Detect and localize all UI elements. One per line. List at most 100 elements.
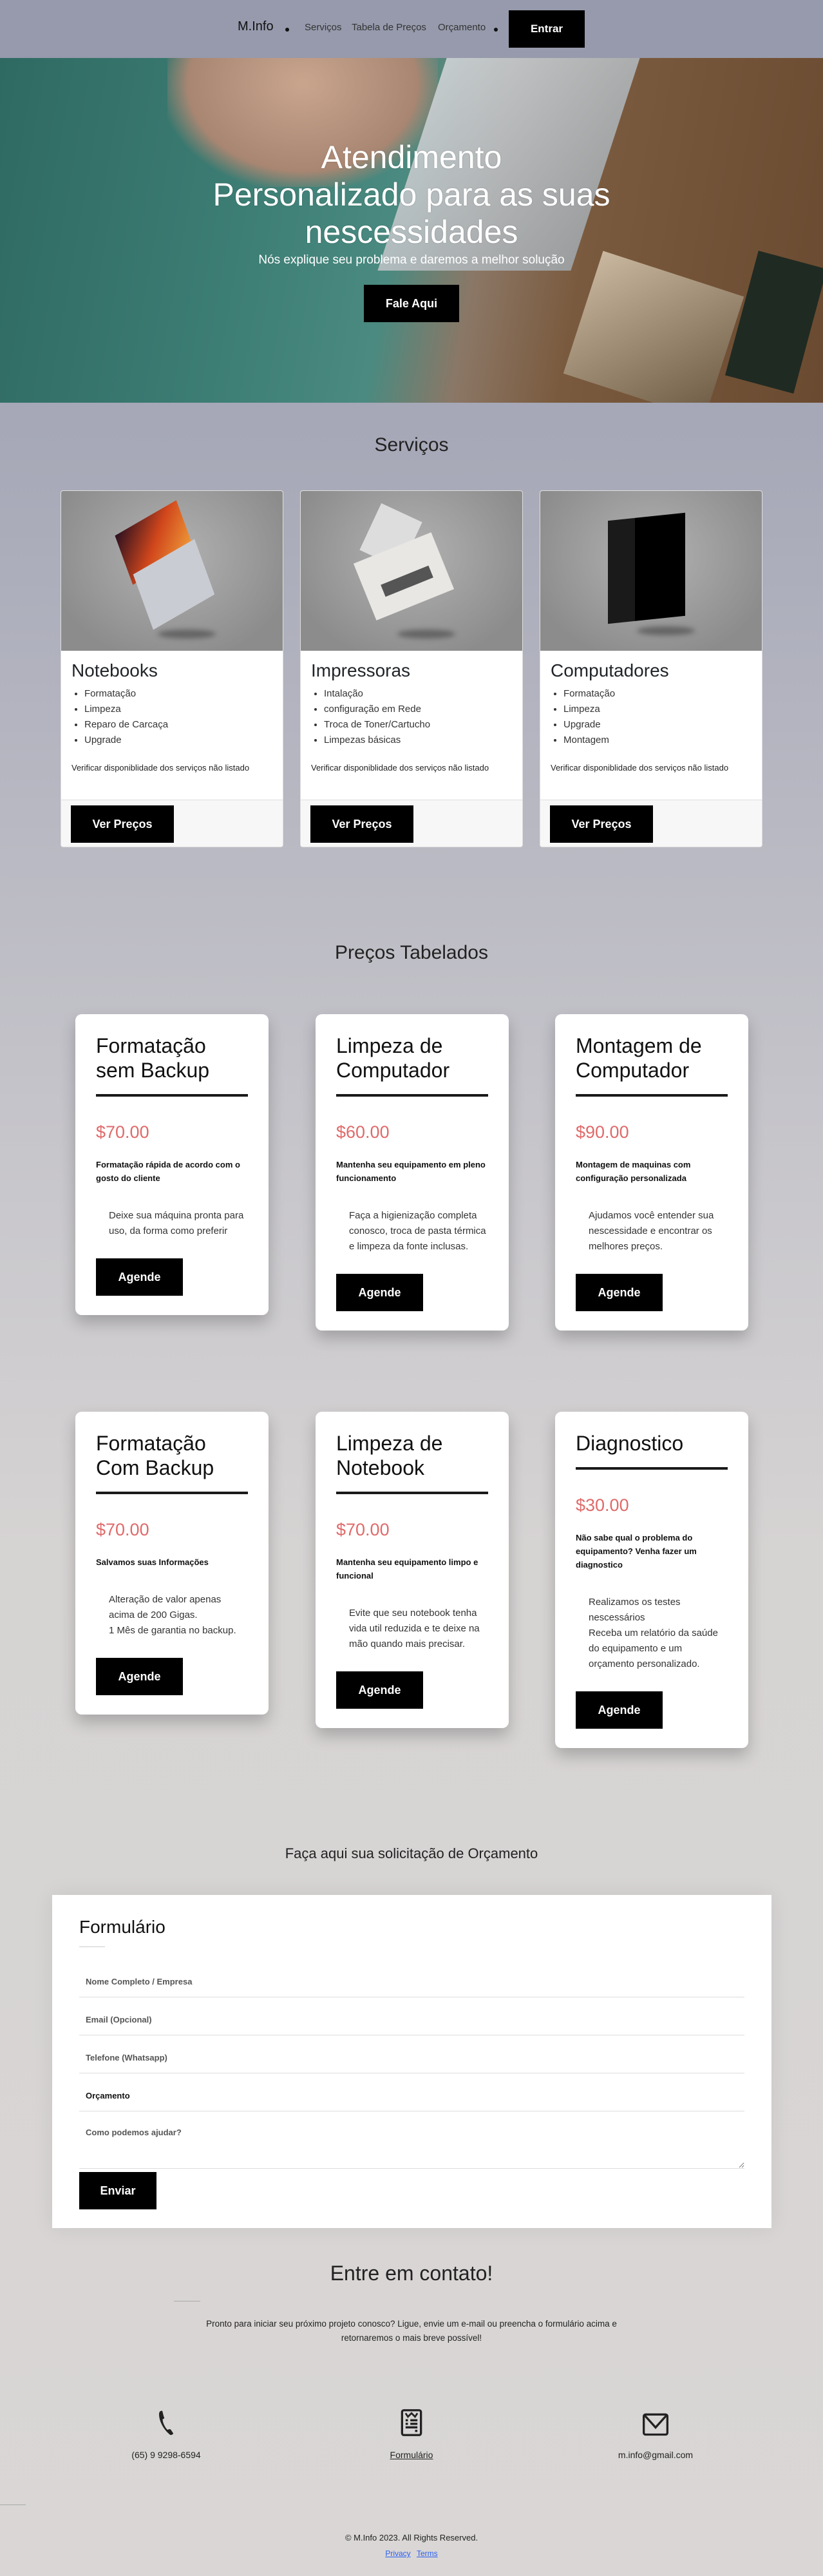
schedule-button[interactable]: Agende <box>336 1274 423 1311</box>
service-card-title: Computadores <box>551 660 669 680</box>
hero-image-circuit <box>724 251 823 394</box>
divider <box>576 1094 728 1097</box>
service-card-title: Notebooks <box>71 660 158 680</box>
quote-section-title: Faça aqui sua solicitação de Orçamento <box>285 1845 538 1861</box>
price-card-description: Formatação rápida de acordo com o gosto … <box>96 1160 240 1183</box>
email-input[interactable] <box>79 2004 744 2035</box>
contact-cta-button[interactable]: Fale Aqui <box>364 285 459 322</box>
view-prices-button[interactable]: Ver Preços <box>310 805 413 843</box>
price-card-description: Salvamos suas Informações <box>96 1557 209 1567</box>
service-item: Intalação <box>324 686 522 702</box>
schedule-button[interactable]: Agende <box>576 1274 663 1311</box>
service-list: Formatação Limpeza Reparo de Carcaça Upg… <box>84 686 283 748</box>
card-footer: Ver Preços <box>540 800 762 847</box>
divider <box>336 1094 488 1097</box>
login-button[interactable]: Entrar <box>509 10 585 48</box>
service-item: Montagem <box>563 733 762 748</box>
message-textarea[interactable] <box>79 2119 744 2169</box>
price-card-description: Mantenha seu equipamento em pleno funcio… <box>336 1160 486 1183</box>
price-card-title: Formatação sem Backup <box>96 1034 210 1082</box>
privacy-link[interactable]: Privacy <box>385 2549 410 2558</box>
service-card-title: Impressoras <box>311 660 411 680</box>
desktop-tower-image <box>540 491 762 651</box>
price-value: $30.00 <box>576 1495 629 1515</box>
budget-select[interactable]: Orçamento <box>79 2081 744 2111</box>
view-prices-button[interactable]: Ver Preços <box>71 805 174 843</box>
service-note: Verificar disponiblidade dos serviços nã… <box>311 763 489 773</box>
price-card: Limpeza de Computador $60.00 Mantenha se… <box>316 1014 509 1331</box>
price-card-body: Alteração de valor apenas acima de 200 G… <box>109 1592 248 1639</box>
price-card-title: Limpeza de Notebook <box>336 1432 443 1479</box>
price-card-description: Não sabe qual o problema do equipamento?… <box>576 1533 697 1570</box>
service-item: Formatação <box>84 686 283 702</box>
nav-separator-dot <box>285 28 289 32</box>
price-card-title: Montagem de Computador <box>576 1034 702 1082</box>
price-card-body: Deixe sua máquina pronta para uso, da fo… <box>109 1208 248 1239</box>
laptop-image <box>61 491 283 651</box>
card-footer: Ver Preços <box>61 800 283 847</box>
form-document-icon <box>397 2408 426 2440</box>
schedule-button[interactable]: Agende <box>336 1671 423 1709</box>
service-card-notebooks: Notebooks Formatação Limpeza Reparo de C… <box>61 490 283 847</box>
service-note: Verificar disponiblidade dos serviços nã… <box>71 763 250 773</box>
phone-number: (65) 9 9298-6594 <box>131 2450 201 2460</box>
brand-logo[interactable]: M.Info <box>238 19 274 34</box>
nav-link-orcamento[interactable]: Orçamento <box>438 22 486 33</box>
price-value: $70.00 <box>336 1520 390 1539</box>
phone-input[interactable] <box>79 2043 744 2073</box>
quote-form: Formulário Orçamento Enviar <box>52 1895 771 2228</box>
copyright: © M.Info 2023. All Rights Reserved. <box>345 2533 478 2542</box>
service-list: Intalação configuração em Rede Troca de … <box>324 686 522 748</box>
submit-button[interactable]: Enviar <box>79 2172 156 2209</box>
pricing-title: Preços Tabelados <box>335 942 488 963</box>
service-card-computadores: Computadores Formatação Limpeza Upgrade … <box>540 490 762 847</box>
price-card: Limpeza de Notebook $70.00 Mantenha seu … <box>316 1412 509 1728</box>
divider <box>576 1467 728 1470</box>
price-card-body: Evite que seu notebook tenha vida util r… <box>349 1606 488 1652</box>
card-footer: Ver Preços <box>301 800 522 847</box>
price-card-body-line: Faça a higienização completa conosco, tr… <box>349 1210 486 1252</box>
price-value: $60.00 <box>336 1122 390 1142</box>
price-card: Montagem de Computador $90.00 Montagem d… <box>555 1014 748 1331</box>
view-prices-button[interactable]: Ver Preços <box>550 805 653 843</box>
divider <box>96 1492 248 1494</box>
schedule-button[interactable]: Agende <box>96 1658 183 1695</box>
price-card-body: Ajudamos você entender sua nescessidade … <box>589 1208 728 1254</box>
divider <box>336 1492 488 1494</box>
price-value: $70.00 <box>96 1122 149 1142</box>
price-card-title: Formatação Com Backup <box>96 1432 214 1479</box>
divider <box>0 2504 26 2505</box>
price-card-title: Limpeza de Computador <box>336 1034 450 1082</box>
price-value: $90.00 <box>576 1122 629 1142</box>
price-card-description: Mantenha seu equipamento limpo e funcion… <box>336 1557 478 1581</box>
price-card: Diagnostico $30.00 Não sabe qual o probl… <box>555 1412 748 1748</box>
hero-title-line: Atendimento <box>321 139 502 175</box>
hero-subtitle: Nós explique seu problema e daremos a me… <box>258 253 565 267</box>
service-item: Upgrade <box>84 733 283 748</box>
nav-link-servicos[interactable]: Serviços <box>305 22 342 33</box>
divider <box>96 1094 248 1097</box>
service-item: Reparo de Carcaça <box>84 717 283 733</box>
price-card-body: Faça a higienização completa conosco, tr… <box>349 1208 488 1254</box>
name-input[interactable] <box>79 1966 744 1997</box>
schedule-button[interactable]: Agende <box>96 1258 183 1296</box>
phone-icon <box>152 2408 180 2440</box>
nav-link-tabela-precos[interactable]: Tabela de Preços <box>352 22 426 33</box>
terms-link[interactable]: Terms <box>417 2549 438 2558</box>
service-item: Limpeza <box>84 702 283 717</box>
printer-image <box>301 491 522 651</box>
services-title: Serviços <box>374 434 449 456</box>
hero-title: Atendimento Personalizado para as suas n… <box>0 139 823 251</box>
form-link[interactable]: Formulário <box>315 2450 508 2460</box>
service-item: Limpezas básicas <box>324 733 522 748</box>
service-note: Verificar disponiblidade dos serviços nã… <box>551 763 729 773</box>
contact-title: Entre em contato! <box>330 2262 493 2285</box>
service-item: Limpeza <box>563 702 762 717</box>
price-card-body-line: Ajudamos você entender sua nescessidade … <box>589 1210 714 1252</box>
hero-title-line: nescessidades <box>305 214 518 250</box>
schedule-button[interactable]: Agende <box>576 1691 663 1729</box>
hero-title-line: Personalizado para as suas <box>213 177 610 213</box>
price-card-body-line: Receba um relatório da saúde do equipame… <box>589 1628 718 1669</box>
top-nav: M.Info Serviços Tabela de Preços Orçamen… <box>0 0 823 58</box>
contact-text: Pronto para iniciar seu próximo projeto … <box>206 2319 617 2343</box>
